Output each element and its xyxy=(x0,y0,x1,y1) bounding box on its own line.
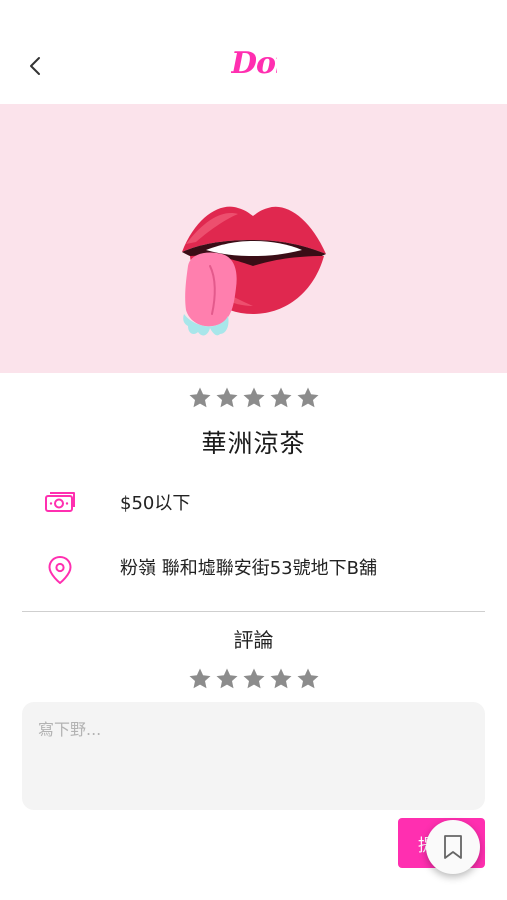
app-header: Doi xyxy=(0,0,507,104)
star-icon xyxy=(243,387,265,408)
back-button[interactable] xyxy=(20,50,52,82)
star-icon[interactable] xyxy=(188,667,212,691)
bookmark-icon xyxy=(444,835,462,859)
price-text: $50以下 xyxy=(120,493,191,514)
section-divider xyxy=(22,611,485,612)
lips-tongue-illustration xyxy=(182,206,326,336)
star-icon xyxy=(270,387,292,408)
address-row: 粉嶺 聯和墟聯安街53號地下B舖 xyxy=(0,547,507,591)
cash-icon xyxy=(45,492,75,512)
review-rating-input[interactable] xyxy=(188,667,323,691)
review-heading: 評論 xyxy=(233,628,274,652)
hero-banner xyxy=(0,104,507,373)
bookmark-button[interactable] xyxy=(426,820,480,874)
star-icon[interactable] xyxy=(242,667,266,691)
restaurant-rating xyxy=(188,386,323,410)
review-textarea[interactable] xyxy=(22,702,485,810)
star-icon[interactable] xyxy=(269,667,293,691)
app-logo: Doi xyxy=(231,46,277,81)
back-chevron-icon xyxy=(30,57,40,75)
star-icon xyxy=(189,387,211,408)
location-pin-icon xyxy=(48,556,72,584)
price-row: $50以下 xyxy=(0,482,507,526)
star-icon xyxy=(216,387,238,408)
restaurant-name: 華洲涼茶 xyxy=(201,429,306,458)
star-icon[interactable] xyxy=(296,667,320,691)
address-text: 粉嶺 聯和墟聯安街53號地下B舖 xyxy=(120,558,377,579)
star-icon xyxy=(297,387,319,408)
star-icon[interactable] xyxy=(215,667,239,691)
